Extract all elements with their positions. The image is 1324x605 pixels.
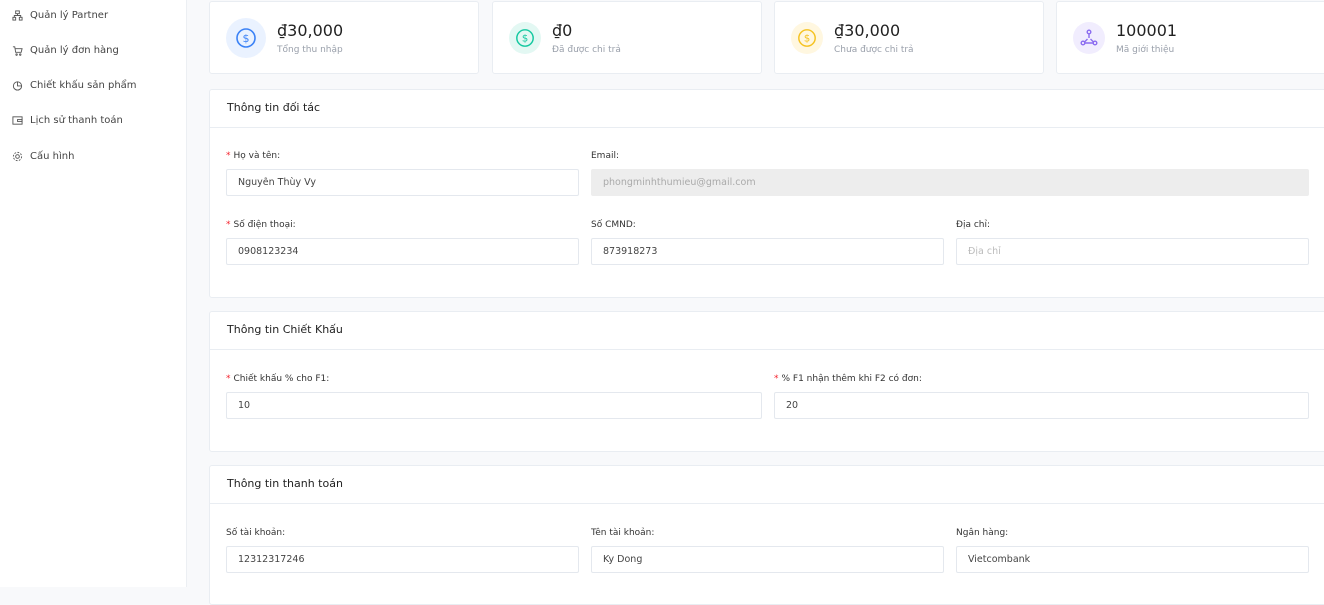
cmnd-label: Số CMND:: [591, 220, 636, 230]
address-input[interactable]: [956, 238, 1309, 265]
bank-label: Ngân hàng:: [956, 528, 1009, 538]
pie-chart-icon: [12, 81, 23, 91]
account-name-input[interactable]: [591, 546, 944, 573]
network-icon: [1073, 22, 1105, 54]
f1-discount-input[interactable]: [226, 392, 762, 419]
address-label: Địa chỉ:: [956, 220, 991, 230]
sidebar-item-label: Chiết khấu sản phẩm: [30, 80, 137, 91]
f2-bonus-label: *% F1 nhận thêm khi F2 có đơn:: [774, 374, 922, 384]
sidebar-item-partner[interactable]: Quản lý Partner: [12, 10, 108, 21]
panel-title: Thông tin thanh toán: [210, 466, 1324, 504]
sidebar-item-discount[interactable]: Chiết khấu sản phẩm: [12, 80, 137, 91]
f2-bonus-input[interactable]: [774, 392, 1309, 419]
stat-value: ₫30,000: [277, 21, 344, 40]
bank-input[interactable]: [956, 546, 1309, 573]
partner-info-panel: Thông tin đối tác *Họ và tên: Email: *Số…: [209, 89, 1324, 298]
svg-text:$: $: [522, 34, 528, 45]
dollar-icon: $: [509, 22, 541, 54]
name-label: * Họ và tên:: [226, 151, 281, 161]
account-name-label: Tên tài khoản:: [591, 528, 655, 538]
panel-title: Thông tin Chiết Khấu: [210, 312, 1324, 350]
panel-title: Thông tin đối tác: [210, 90, 1324, 128]
cmnd-input[interactable]: [591, 238, 944, 265]
cart-icon: [12, 46, 23, 56]
sidebar-item-payment-history[interactable]: Lịch sử thanh toán: [12, 115, 123, 126]
name-input[interactable]: [226, 169, 579, 196]
dollar-icon: $: [226, 18, 266, 58]
payment-info-panel: Thông tin thanh toán Số tài khoản: Tên t…: [209, 465, 1324, 605]
email-input: [591, 169, 1309, 196]
sitemap-icon: [12, 10, 23, 21]
svg-text:$: $: [804, 34, 810, 45]
sidebar-item-settings[interactable]: Cấu hình: [12, 151, 74, 162]
stat-value: ₫30,000: [834, 21, 901, 40]
phone-input[interactable]: [226, 238, 579, 265]
sidebar-item-orders[interactable]: Quản lý đơn hàng: [12, 45, 119, 56]
f1-discount-label: * Chiết khấu % cho F1:: [226, 374, 330, 384]
sidebar-item-label: Quản lý đơn hàng: [30, 45, 119, 56]
stat-card-paid: $ ₫0 Đã được chi trả: [492, 1, 762, 74]
email-label: Email:: [591, 151, 620, 161]
stat-value: 100001: [1116, 21, 1178, 40]
account-number-label: Số tài khoản:: [226, 528, 286, 538]
account-number-input[interactable]: [226, 546, 579, 573]
sidebar-item-label: Cấu hình: [30, 151, 75, 162]
dollar-icon: $: [791, 22, 823, 54]
stat-card-unpaid: $ ₫30,000 Chưa được chi trả: [774, 1, 1044, 74]
discount-info-panel: Thông tin Chiết Khấu * Chiết khấu % cho F…: [209, 311, 1324, 452]
stat-label: Tổng thu nhập: [277, 45, 343, 55]
stat-value: ₫0: [552, 21, 573, 40]
wallet-icon: [12, 116, 23, 125]
gear-icon: [12, 151, 23, 162]
sidebar-item-label: Lịch sử thanh toán: [30, 115, 123, 126]
sidebar-item-label: Quản lý Partner: [30, 10, 109, 21]
phone-label: * Số điện thoại:: [226, 220, 296, 230]
stat-label: Chưa được chi trả: [834, 45, 914, 55]
stat-card-total-income: $ ₫30,000 Tổng thu nhập: [209, 1, 479, 74]
stat-card-referral-code: 100001 Mã giới thiệu: [1056, 1, 1324, 74]
sidebar: Quản lý Partner Quản lý đơn hàng Chiết k…: [0, 0, 187, 587]
svg-text:$: $: [243, 32, 250, 45]
stat-label: Mã giới thiệu: [1116, 45, 1175, 55]
stat-label: Đã được chi trả: [552, 45, 621, 55]
